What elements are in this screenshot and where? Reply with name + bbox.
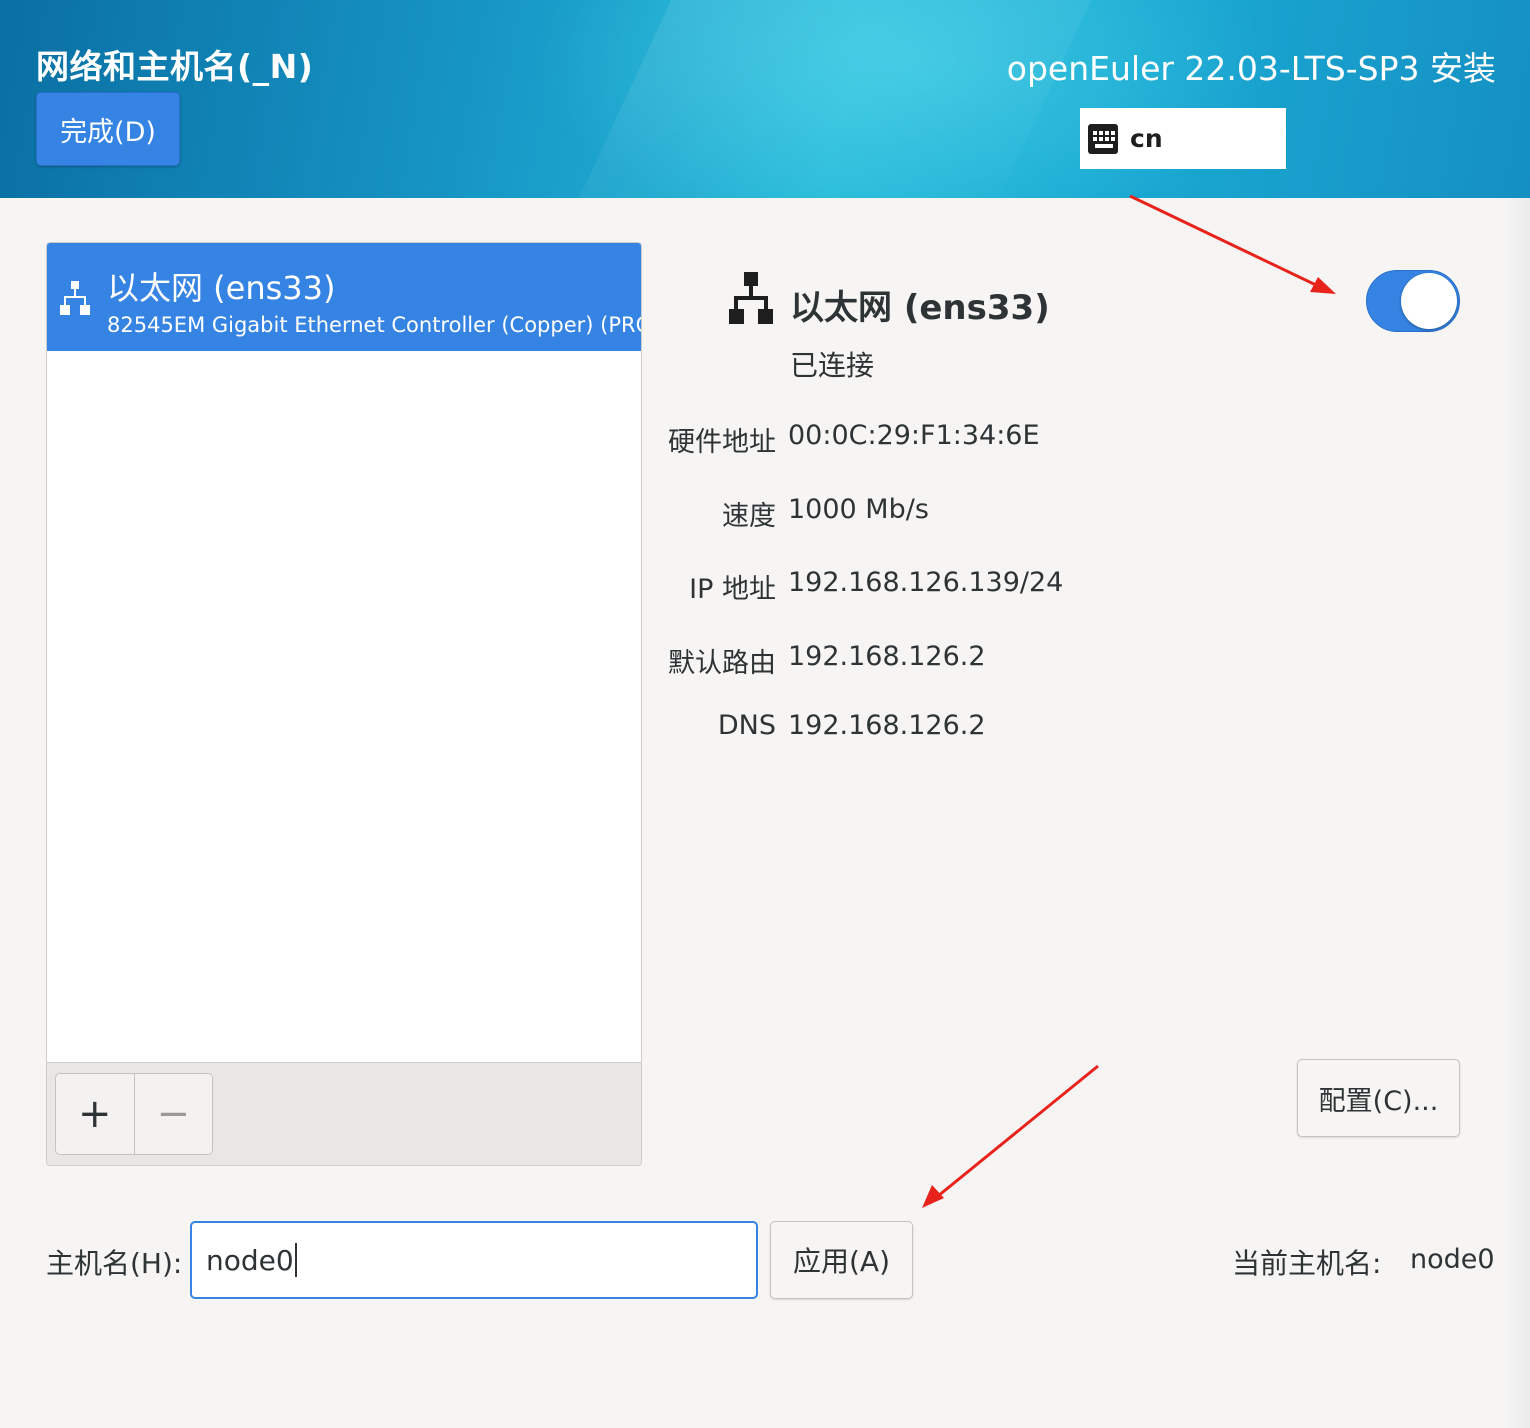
apply-hostname-button[interactable]: 应用(A) [770,1221,913,1299]
dns-label: DNS [717,710,776,741]
current-hostname-label: 当前主机名: [1232,1247,1382,1280]
add-remove-group: + − [55,1073,213,1155]
default-route-value: 192.168.126.2 [788,641,986,672]
keyboard-layout-indicator[interactable]: cn [1080,108,1286,169]
annotation-arrow-toggle [1129,194,1336,294]
add-device-button[interactable]: + [56,1074,135,1154]
device-list-toolbar: + − [47,1062,641,1165]
remove-icon: − [156,1091,190,1137]
current-hostname-value: node0 [1410,1244,1495,1275]
header-decoration [550,0,1110,260]
add-icon: + [77,1091,112,1137]
default-route-label: 默认路由 [668,648,776,679]
window-edge [1502,198,1530,1428]
hostname-label: 主机名(H): [46,1247,183,1280]
connection-toggle-switch[interactable] [1366,270,1460,332]
speed-label: 速度 [722,501,776,532]
header-bar: 网络和主机名(_N) 完成(D) openEuler 22.03-LTS-SP3… [0,0,1530,260]
connection-status: 已连接 [790,349,875,382]
keyboard-icon [1088,123,1118,154]
toggle-knob [1401,273,1457,329]
dns-value: 192.168.126.2 [788,710,986,741]
ip-address-label: IP 地址 [689,574,776,605]
ip-address-value: 192.168.126.139/24 [788,567,1064,598]
device-description: 82545EM Gigabit Ethernet Controller (Cop… [107,313,641,337]
hostname-input-value: node0 [206,1243,294,1277]
configure-button[interactable]: 配置(C)... [1297,1059,1460,1137]
hostname-input[interactable]: node0 [190,1221,758,1299]
device-list-item-ens33[interactable]: 以太网 (ens33) 82545EM Gigabit Ethernet Con… [47,243,641,351]
network-wired-icon [60,281,90,315]
network-device-list: 以太网 (ens33) 82545EM Gigabit Ethernet Con… [46,242,642,1166]
device-name: 以太网 (ens33) [107,269,336,307]
hardware-address-value: 00:0C:29:F1:34:6E [788,420,1040,451]
network-wired-icon [729,272,773,324]
device-detail-name: 以太网 (ens33) [790,288,1050,328]
remove-device-button[interactable]: − [135,1074,213,1154]
speed-value: 1000 Mb/s [788,494,929,525]
product-title: openEuler 22.03-LTS-SP3 安装 [1006,49,1496,88]
keyboard-layout-label: cn [1130,124,1163,153]
text-cursor [294,1243,297,1277]
page-title: 网络和主机名(_N) [36,47,314,86]
annotation-arrow-hostname [922,1064,1099,1208]
done-button[interactable]: 完成(D) [36,92,180,166]
hardware-address-label: 硬件地址 [668,427,776,458]
